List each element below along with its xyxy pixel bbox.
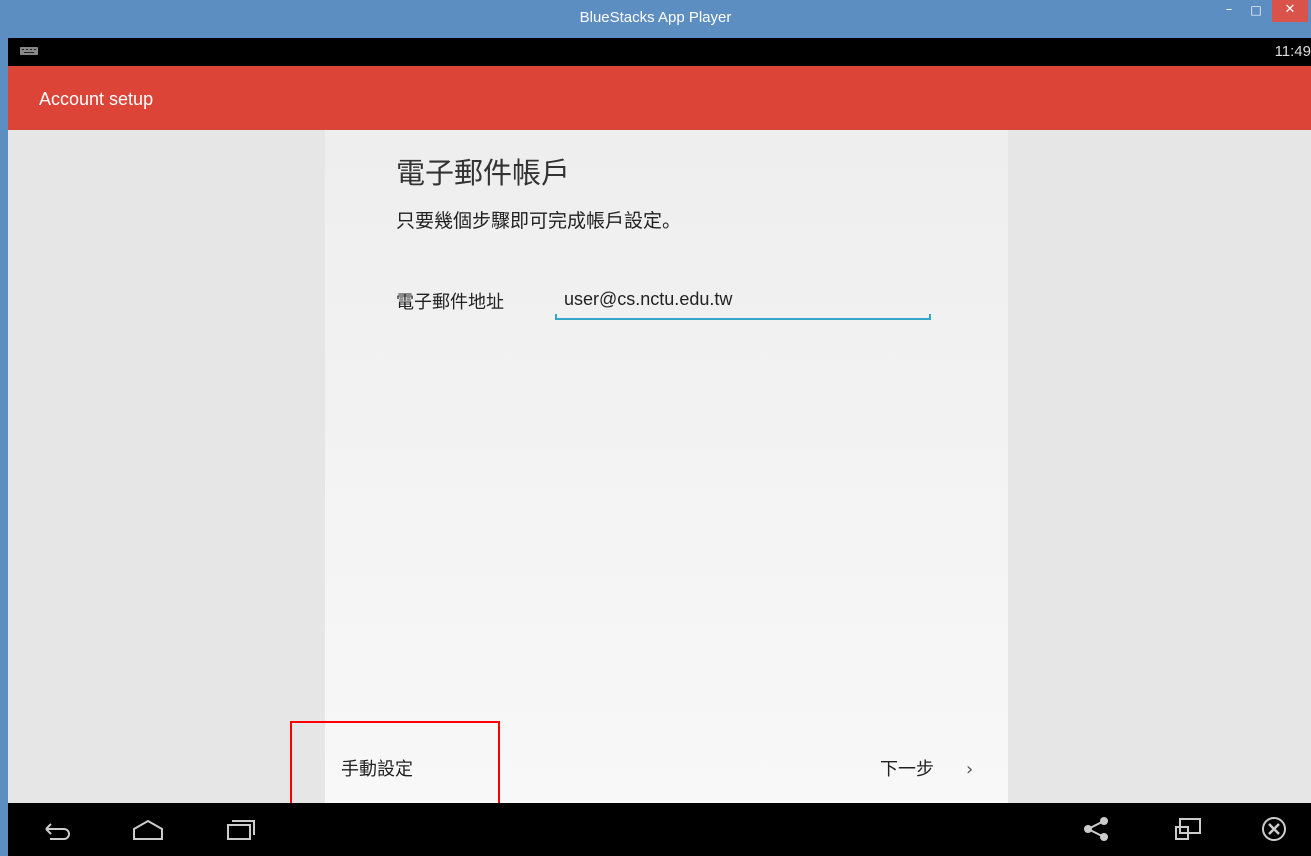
share-icon[interactable] <box>1078 815 1114 843</box>
action-bar: Account setup <box>8 66 1311 130</box>
recents-icon[interactable] <box>222 815 258 843</box>
chevron-right-icon: › <box>966 759 974 780</box>
navigation-bar <box>8 803 1311 856</box>
page-subtitle: 只要幾個步驟即可完成帳戶設定。 <box>396 210 682 232</box>
window-title-bar: BlueStacks App Player – □ ✕ <box>0 0 1311 38</box>
next-button-label: 下一步 <box>880 759 934 780</box>
highlight-box <box>290 721 500 814</box>
email-field-underline <box>555 314 931 320</box>
back-icon[interactable] <box>38 815 74 843</box>
minimize-button[interactable]: – <box>1218 0 1240 22</box>
content-area: 電子郵件帳戶 只要幾個步驟即可完成帳戶設定。 電子郵件地址 手動設定 下一步 › <box>8 130 1311 803</box>
window-title: BlueStacks App Player <box>579 9 732 26</box>
close-circle-icon[interactable] <box>1256 815 1292 843</box>
keyboard-icon <box>20 47 38 55</box>
page-title: 電子郵件帳戶 <box>396 156 571 190</box>
next-button[interactable]: 下一步 › <box>880 750 990 790</box>
email-field[interactable] <box>555 281 929 317</box>
email-field-label: 電子郵件地址 <box>396 292 504 313</box>
status-bar: 11:49 <box>8 38 1311 66</box>
maximize-button[interactable]: □ <box>1245 0 1267 22</box>
action-bar-title: Account setup <box>39 89 154 109</box>
window-border <box>0 38 8 856</box>
status-clock: 11:49 <box>1274 43 1311 60</box>
close-window-button[interactable]: ✕ <box>1272 0 1308 22</box>
home-icon[interactable] <box>130 815 166 843</box>
window-icon[interactable] <box>1170 815 1206 843</box>
setup-card: 電子郵件帳戶 只要幾個步驟即可完成帳戶設定。 電子郵件地址 手動設定 下一步 › <box>325 130 1008 803</box>
